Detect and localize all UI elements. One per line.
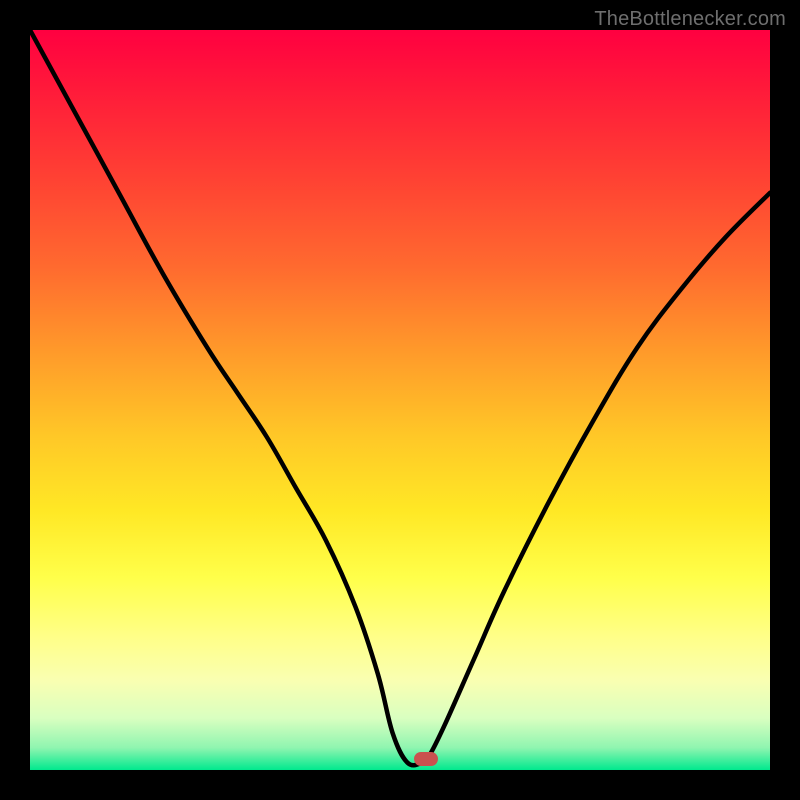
bottleneck-curve xyxy=(30,30,770,770)
watermark-text: TheBottlenecker.com xyxy=(594,8,786,31)
chart-frame: TheBottlenecker.com xyxy=(0,0,800,800)
plot-area xyxy=(30,30,770,770)
optimum-marker xyxy=(414,752,438,766)
